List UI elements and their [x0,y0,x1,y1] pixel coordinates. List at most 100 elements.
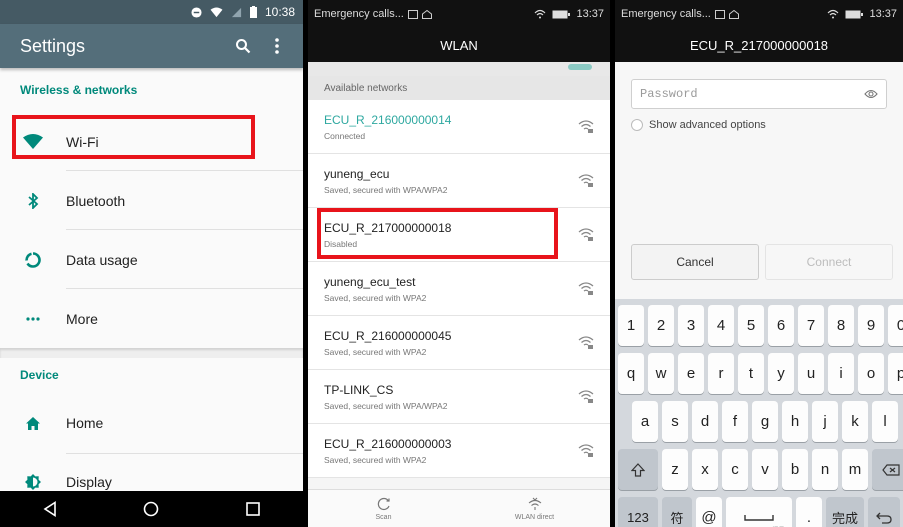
network-name: TP-LINK_CS [324,382,394,397]
network-name: yuneng_ecu_test [324,274,416,289]
key[interactable]: o [858,353,884,394]
shift-key[interactable] [618,449,658,490]
network-name: ECU_R_216000000014 [324,112,452,127]
settings-item-home[interactable]: Home [0,392,303,454]
overflow-menu-icon[interactable] [267,34,287,58]
network-item[interactable]: yuneng_ecu_test Saved, secured with WPA2 [308,262,610,316]
network-item[interactable]: TP-LINK_CS Saved, secured with WPA/WPA2 [308,370,610,424]
key[interactable]: t [738,353,764,394]
enter-key[interactable] [868,497,900,527]
wlan-direct-button[interactable]: WLAN direct [459,490,610,527]
wifi-icon [0,134,66,149]
key[interactable]: q [618,353,644,394]
show-password-eye-icon[interactable] [864,89,878,99]
battery-icon [845,10,864,19]
key[interactable]: u [798,353,824,394]
key[interactable]: g [752,401,778,442]
settings-screen: 10:38 Settings Wireless & networks Wi-Fi… [0,0,303,527]
key[interactable]: z [662,449,688,490]
notification-icon [407,9,418,19]
scan-icon [377,497,391,511]
key[interactable]: 2 [648,305,674,346]
key[interactable]: i [828,353,854,394]
key[interactable]: 6 [768,305,794,346]
number-mode-key[interactable]: 123 [618,497,658,527]
key[interactable]: h [782,401,808,442]
home-button-icon[interactable] [143,501,159,517]
network-item[interactable]: yuneng_ecu Saved, secured with WPA/WPA2 [308,154,610,208]
done-key[interactable]: 完成 [826,497,864,527]
network-status: Connected [324,130,366,141]
period-key[interactable]: . [796,497,822,527]
status-bar: Emergency calls... 13:37 [308,0,610,28]
navigation-bar [0,491,303,527]
status-bar: Emergency calls... 13:37 [615,0,903,28]
at-key[interactable]: @ [696,497,722,527]
key[interactable]: r [708,353,734,394]
key[interactable]: s [662,401,688,442]
wifi-lock-icon [578,336,594,349]
key[interactable]: 5 [738,305,764,346]
network-item[interactable]: ECU_R_216000000014 Connected [308,100,610,154]
key[interactable]: c [722,449,748,490]
key[interactable]: m [842,449,868,490]
wifi-status-icon [210,6,223,18]
key[interactable]: p [888,353,903,394]
scan-button[interactable]: Scan [308,490,459,527]
connect-button[interactable]: Connect [765,244,893,280]
key[interactable]: a [632,401,658,442]
settings-item-label: Bluetooth [66,192,126,209]
key[interactable]: d [692,401,718,442]
keyboard-row-asdf: a s d f g h j k l [618,401,900,442]
key[interactable]: 1 [618,305,644,346]
dnd-icon [191,6,202,18]
recents-icon[interactable] [246,502,260,516]
key[interactable]: w [648,353,674,394]
network-status: Saved, secured with WPA2 [324,292,427,303]
shift-icon [631,462,645,477]
advanced-options-checkbox[interactable] [631,119,643,131]
key[interactable]: j [812,401,838,442]
signal-icon [231,7,242,18]
network-item[interactable]: ECU_R_217000000018 Disabled [308,208,610,262]
key[interactable]: f [722,401,748,442]
key[interactable]: e [678,353,704,394]
key[interactable]: k [842,401,868,442]
settings-item-bluetooth[interactable]: Bluetooth [0,171,303,230]
backspace-key[interactable] [872,449,903,490]
back-icon[interactable] [43,501,57,517]
network-status: Saved, secured with WPA/WPA2 [324,400,448,411]
toggle-strip [308,62,610,76]
status-time: 10:38 [264,5,295,19]
network-item[interactable]: ECU_R_216000000003 Saved, secured with WP… [308,424,610,478]
wifi-lock-icon [578,390,594,403]
symbol-key[interactable]: 符 [662,497,692,527]
settings-item-data-usage[interactable]: Data usage [0,230,303,289]
advanced-options-toggle[interactable]: Show advanced options [631,119,887,131]
key[interactable]: y [768,353,794,394]
search-icon[interactable] [233,34,253,58]
space-key[interactable]: 讯飞 [726,497,792,527]
key[interactable]: v [752,449,778,490]
settings-item-more[interactable]: More [0,289,303,348]
key[interactable]: n [812,449,838,490]
wlan-toggle[interactable] [568,64,592,70]
cancel-button[interactable]: Cancel [631,244,759,280]
key[interactable]: 3 [678,305,704,346]
key[interactable]: 7 [798,305,824,346]
key[interactable]: x [692,449,718,490]
key[interactable]: 8 [828,305,854,346]
password-input[interactable] [640,87,840,101]
network-name: ECU_R_217000000018 [324,220,452,235]
network-name: yuneng_ecu [324,166,390,181]
key[interactable]: 0 [888,305,903,346]
status-text: Emergency calls... [621,8,711,20]
settings-item-wifi[interactable]: Wi-Fi [0,112,303,171]
key[interactable]: 9 [858,305,884,346]
section-header-device: Device [20,368,59,382]
key[interactable]: b [782,449,808,490]
network-item[interactable]: ECU_R_216000000045 Saved, secured with WP… [308,316,610,370]
key[interactable]: l [872,401,898,442]
wlan-screen: Emergency calls... 13:37 WLAN Available … [308,0,610,527]
key[interactable]: 4 [708,305,734,346]
